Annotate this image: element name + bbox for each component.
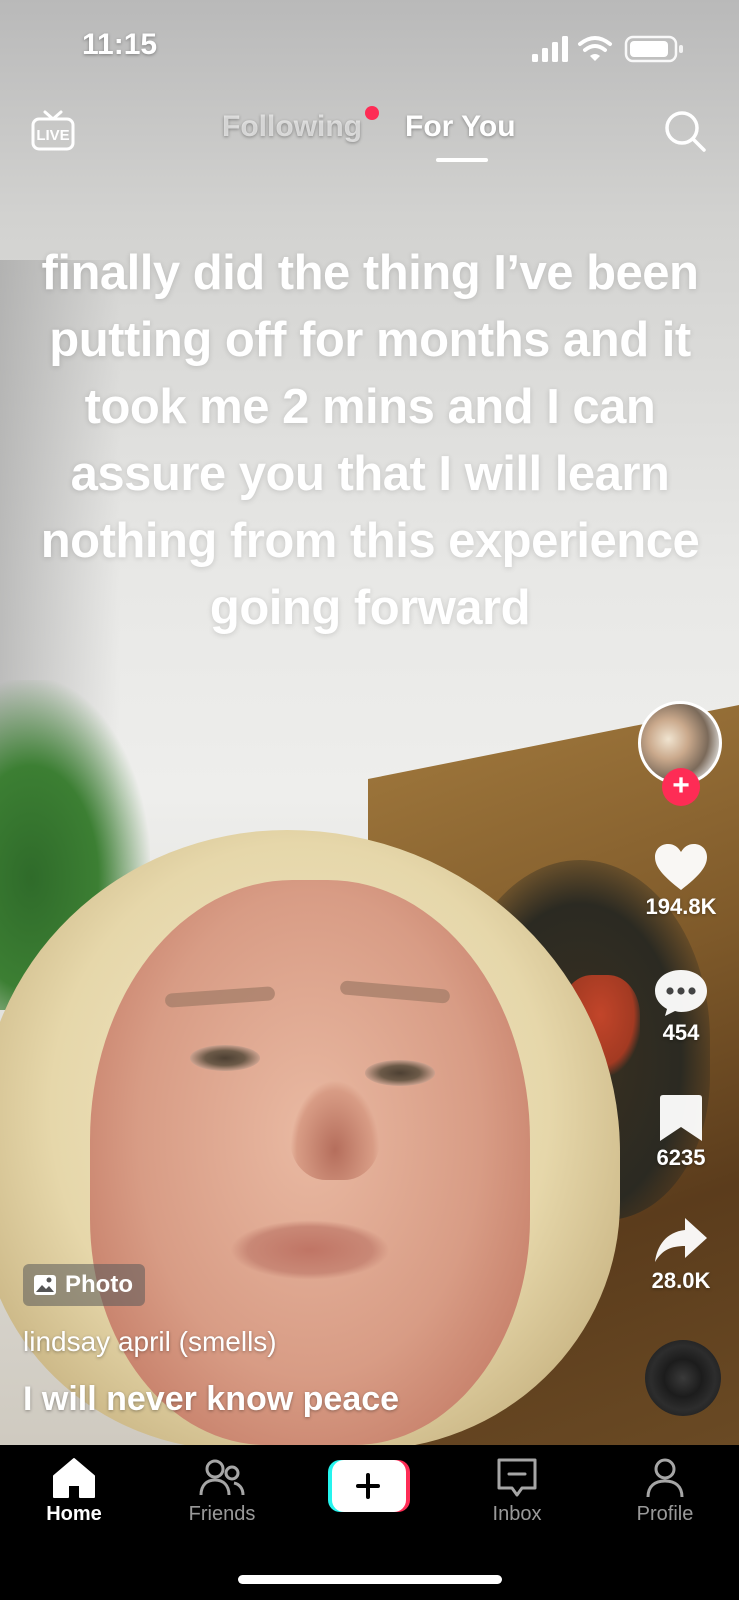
photo-icon	[34, 1275, 56, 1295]
like-count: 194.8K	[645, 894, 717, 919]
post-caption[interactable]: I will never know peace	[23, 1380, 399, 1419]
music-disc[interactable]	[645, 1340, 721, 1416]
comment-count: 454	[662, 1020, 700, 1045]
create-button[interactable]	[328, 1460, 410, 1512]
creator-username[interactable]: lindsay april (smells)	[23, 1326, 277, 1358]
nav-inbox[interactable]: Inbox	[457, 1457, 577, 1526]
search-button[interactable]	[662, 108, 708, 154]
bookmark-button[interactable]: 6235	[626, 1093, 736, 1171]
profile-icon	[646, 1458, 684, 1498]
bookmark-icon	[660, 1095, 702, 1141]
status-time: 11:15	[82, 28, 158, 61]
search-icon	[665, 111, 706, 152]
home-indicator	[238, 1575, 502, 1584]
live-tv-icon: LIVE	[31, 110, 75, 151]
nav-friends-label: Friends	[188, 1503, 256, 1525]
photo-overlay-text: finally did the thing I’ve been putting …	[40, 246, 700, 635]
svg-text:LIVE: LIVE	[36, 127, 69, 144]
notification-dot	[365, 106, 379, 120]
signal-wifi-battery-icon	[532, 35, 683, 63]
home-icon	[53, 1458, 95, 1498]
tiktok-feed-screen: 11:15 LIVE Following For You finally did…	[0, 0, 739, 1600]
inbox-icon	[497, 1458, 537, 1497]
comment-button[interactable]: 454	[626, 968, 736, 1046]
nav-profile-label: Profile	[636, 1503, 694, 1525]
nav-home-label: Home	[46, 1503, 102, 1525]
photo-badge: Photo	[23, 1264, 145, 1306]
nav-home[interactable]: Home	[14, 1457, 134, 1526]
status-icons	[532, 34, 692, 64]
photo-badge-label: Photo	[65, 1271, 133, 1298]
live-button[interactable]: LIVE	[30, 108, 76, 154]
tab-for-you[interactable]: For You	[405, 110, 516, 144]
share-button[interactable]: 28.0K	[626, 1216, 736, 1294]
heart-icon	[655, 844, 707, 890]
comment-icon	[655, 970, 707, 1016]
share-count: 28.0K	[651, 1268, 711, 1293]
friends-icon	[199, 1459, 245, 1496]
nav-inbox-label: Inbox	[492, 1503, 542, 1525]
share-arrow-icon	[655, 1218, 707, 1262]
like-button[interactable]: 194.8K	[626, 842, 736, 920]
nav-profile[interactable]: Profile	[605, 1457, 725, 1526]
nav-friends[interactable]: Friends	[162, 1457, 282, 1526]
create-icon	[328, 1460, 410, 1512]
active-tab-indicator	[436, 158, 488, 162]
tab-following[interactable]: Following	[222, 110, 362, 144]
follow-button[interactable]: +	[662, 768, 700, 806]
bookmark-count: 6235	[656, 1145, 706, 1170]
